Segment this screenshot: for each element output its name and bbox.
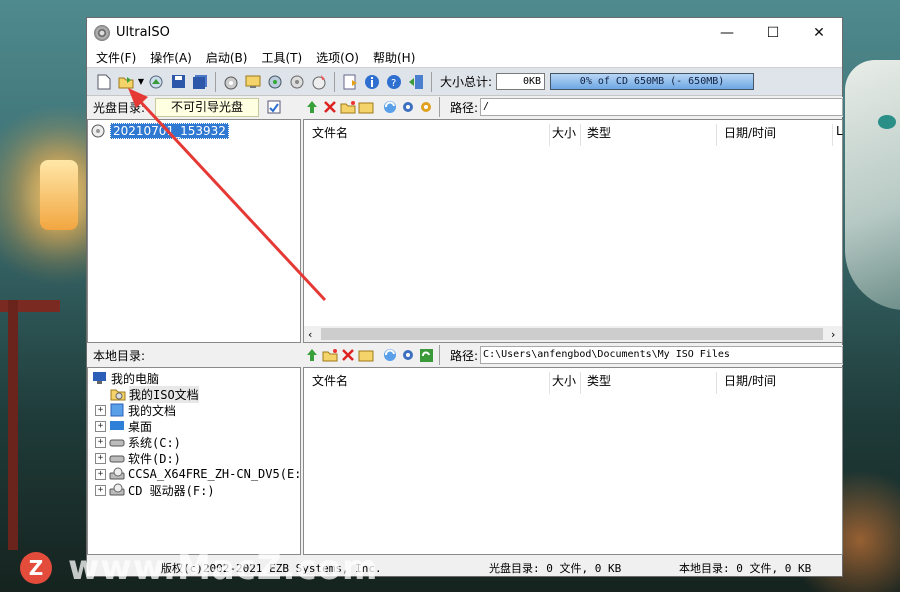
- annotation-arrow: [128, 88, 327, 302]
- watermark: Z www.MacZ.com: [20, 548, 378, 588]
- watermark-logo: Z: [20, 552, 52, 584]
- watermark-text: www.MacZ.com: [68, 548, 379, 588]
